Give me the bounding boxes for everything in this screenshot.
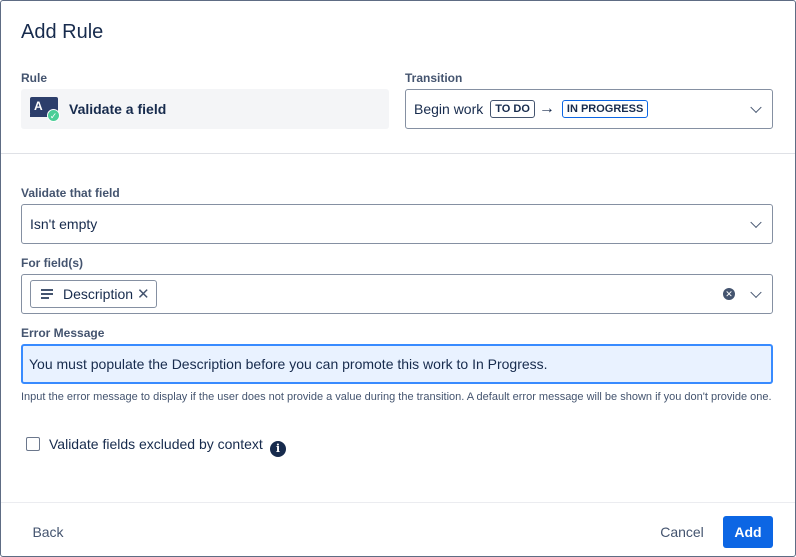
excluded-fields-row[interactable]: Validate fields excluded by context bbox=[26, 436, 263, 452]
validate-field-icon: A ✓ bbox=[29, 93, 61, 125]
for-fields-select[interactable]: Description ✕ ✕ bbox=[21, 274, 773, 314]
remove-tag-icon[interactable]: ✕ bbox=[137, 285, 150, 303]
field-tag-label: Description bbox=[63, 286, 134, 302]
chevron-down-icon[interactable] bbox=[750, 286, 762, 299]
cancel-button[interactable]: Cancel bbox=[651, 516, 713, 548]
error-message-help: Input the error message to display if th… bbox=[21, 391, 772, 403]
status-from-lozenge: TO DO bbox=[490, 100, 535, 118]
transition-select[interactable]: Begin work TO DO → IN PROGRESS bbox=[405, 89, 773, 129]
chevron-down-icon[interactable] bbox=[750, 216, 762, 229]
error-message-label: Error Message bbox=[21, 326, 105, 340]
validate-condition-value: Isn't empty bbox=[30, 216, 98, 232]
clear-icon[interactable]: ✕ bbox=[723, 288, 735, 300]
transition-name: Begin work bbox=[414, 101, 484, 117]
dialog-title: Add Rule bbox=[21, 21, 104, 43]
back-button[interactable]: Back bbox=[21, 516, 75, 548]
for-fields-label: For field(s) bbox=[21, 256, 83, 270]
chevron-down-icon[interactable] bbox=[750, 101, 762, 114]
field-tag-description[interactable]: Description ✕ bbox=[30, 280, 157, 308]
error-message-value: You must populate the Description before… bbox=[29, 356, 548, 372]
rule-name: Validate a field bbox=[69, 101, 167, 117]
transition-label: Transition bbox=[405, 71, 463, 85]
rule-display: A ✓ Validate a field bbox=[21, 89, 389, 129]
add-button[interactable]: Add bbox=[723, 516, 773, 548]
section-divider bbox=[1, 153, 795, 154]
error-message-input[interactable]: You must populate the Description before… bbox=[21, 344, 773, 384]
status-to-lozenge: IN PROGRESS bbox=[561, 100, 649, 118]
excluded-fields-label[interactable]: Validate fields excluded by context bbox=[49, 436, 263, 452]
arrow-right-icon: → bbox=[538, 100, 555, 117]
add-rule-dialog: Add Rule Rule A ✓ Validate a field Trans… bbox=[0, 0, 796, 557]
rule-label: Rule bbox=[21, 71, 48, 85]
excluded-fields-checkbox[interactable] bbox=[26, 437, 40, 451]
footer-divider bbox=[1, 502, 795, 503]
validate-field-label: Validate that field bbox=[21, 186, 120, 200]
validate-condition-select[interactable]: Isn't empty bbox=[21, 204, 773, 244]
text-lines-icon bbox=[41, 289, 53, 299]
info-icon[interactable]: i bbox=[270, 441, 286, 457]
